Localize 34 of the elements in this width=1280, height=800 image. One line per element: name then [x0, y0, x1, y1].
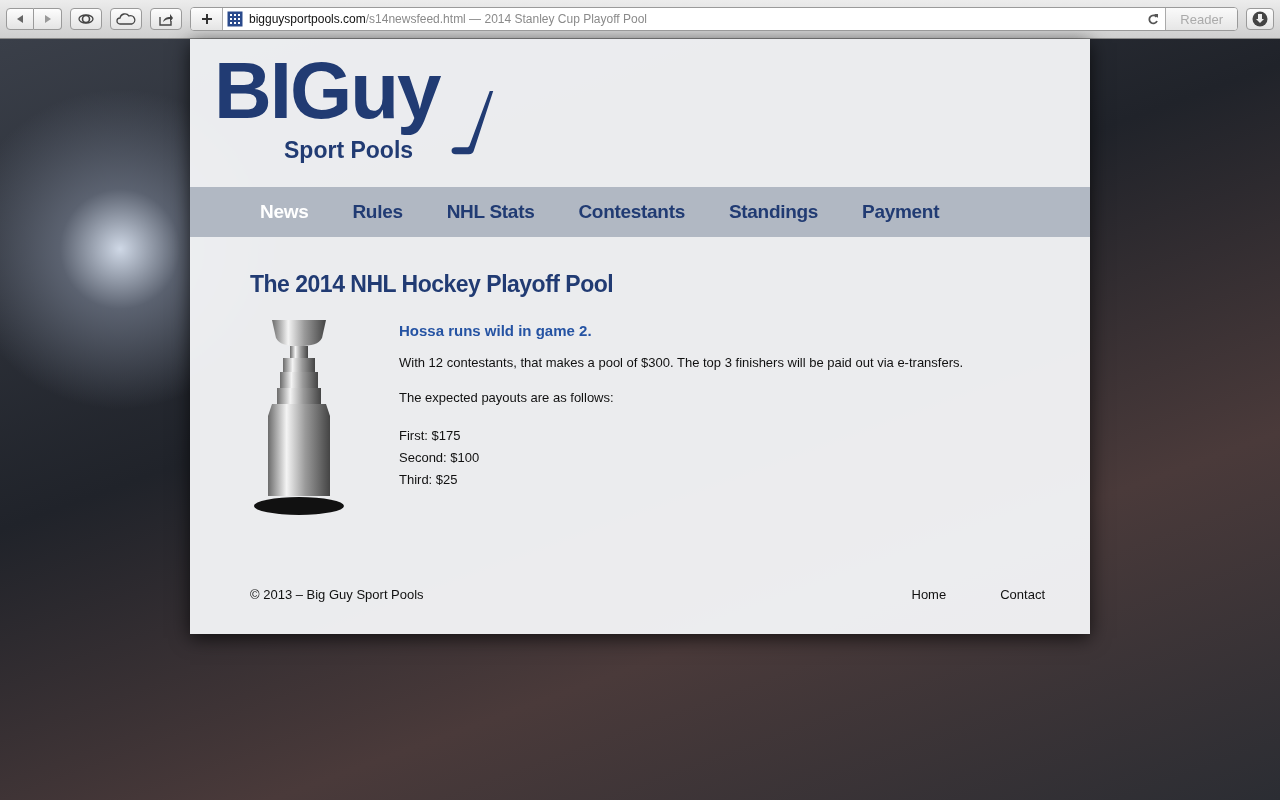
downloads-button[interactable]: [1246, 8, 1274, 30]
logo-tagline: Sport Pools: [284, 137, 415, 163]
url-text: bigguysportpools.com/s14newsfeed.html — 2014 Stanley Cup Playoff Pool: [249, 12, 648, 26]
download-icon: [1252, 11, 1268, 27]
back-arrow-icon: [15, 14, 25, 24]
address-bar[interactable]: bigguysportpools.com/s14newsfeed.html — 2014 Stanley Cup Playoff Pool Reader: [190, 7, 1238, 31]
nav-link[interactable]: Rules: [352, 201, 403, 223]
logo-wordmark: BIGuy: [214, 45, 440, 137]
forward-arrow-icon: [42, 14, 53, 24]
cloud-button[interactable]: [110, 8, 142, 30]
copyright-text: © 2013 – Big Guy Sport Pools: [250, 587, 425, 602]
footer-link[interactable]: Home: [911, 587, 947, 602]
nav-link[interactable]: Standings: [728, 201, 819, 223]
add-bookmark-button[interactable]: [191, 8, 223, 30]
cloud-icon: [116, 13, 136, 25]
payout-line: Third: $25: [399, 471, 459, 489]
grid-favicon-icon: [227, 11, 243, 27]
body-paragraph: The expected payouts are as follows:: [399, 390, 615, 405]
history-button[interactable]: [70, 8, 102, 30]
share-button[interactable]: [150, 8, 182, 30]
page-title: The 2014 NHL Hockey Playoff Pool: [250, 271, 615, 298]
nav-link[interactable]: Contestants: [578, 201, 685, 223]
payout-line: Second: $100: [399, 449, 481, 467]
payout-line: First: $175: [399, 427, 462, 445]
nav-link[interactable]: Payment: [862, 201, 940, 223]
footer-link[interactable]: Contact: [1000, 587, 1045, 602]
body-paragraph: With 12 contestants, that makes a pool of $300. The top 3 finishers will be paid out via e-transfers.: [399, 355, 964, 370]
plus-icon: [200, 13, 213, 25]
news-headline: Hossa runs wild in game 2.: [399, 322, 593, 339]
back-button[interactable]: [6, 8, 34, 30]
forward-button[interactable]: [34, 8, 62, 30]
nav-link[interactable]: NHL Stats: [446, 201, 535, 223]
share-icon: [158, 12, 174, 26]
reload-icon[interactable]: [1147, 13, 1160, 25]
